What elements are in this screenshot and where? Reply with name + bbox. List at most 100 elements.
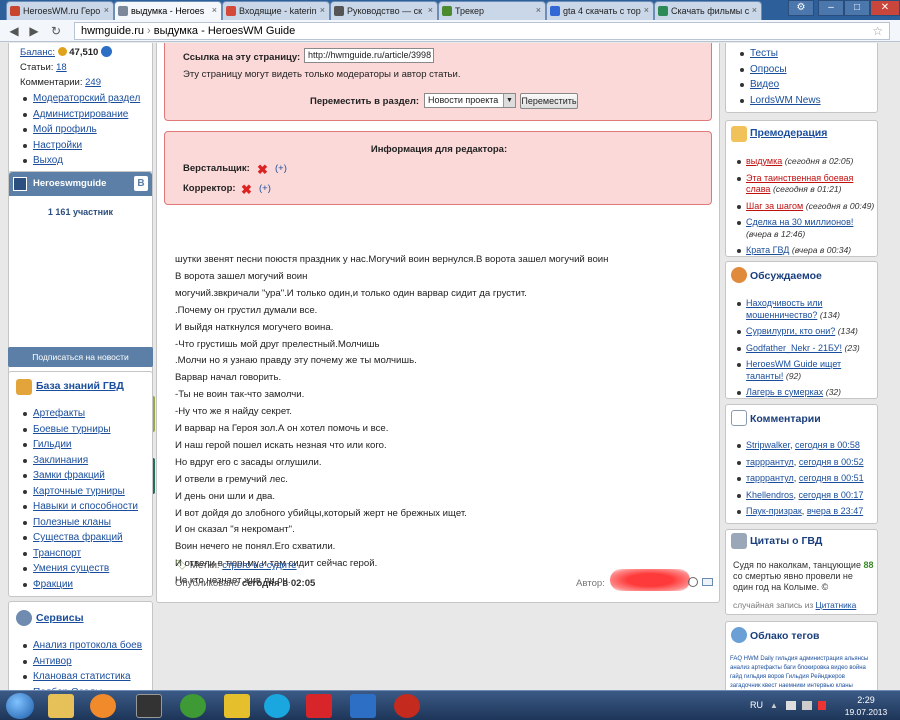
comment-user-link[interactable]: тарррантул bbox=[746, 457, 794, 467]
explorer-taskbar-icon[interactable] bbox=[48, 694, 74, 718]
tray-network-icon[interactable] bbox=[786, 701, 796, 710]
app-taskbar-icon[interactable] bbox=[350, 694, 376, 718]
kb-title[interactable]: База знаний ГВД bbox=[36, 380, 124, 392]
nav-link[interactable]: Настройки bbox=[9, 138, 154, 154]
nav-link[interactable]: Видео bbox=[726, 77, 879, 93]
browser-tab[interactable]: Скачать фильмы с × bbox=[654, 1, 762, 20]
nav-link[interactable]: Мой профиль bbox=[9, 122, 154, 138]
nav-link[interactable]: Замки фракций bbox=[9, 468, 154, 484]
comment-time-link[interactable]: сегодня в 00:17 bbox=[799, 490, 864, 500]
maximize-button[interactable]: □ bbox=[844, 0, 870, 16]
tab-close-icon[interactable]: × bbox=[536, 5, 541, 15]
nav-link[interactable]: Тесты bbox=[726, 46, 879, 62]
item-link[interactable]: Шаг за шагом bbox=[746, 201, 803, 211]
game-taskbar-icon[interactable] bbox=[224, 694, 250, 718]
vk-members-count[interactable]: 1 161 участник bbox=[9, 207, 152, 217]
item-link[interactable]: Лагерь в сумерках bbox=[746, 387, 823, 397]
typesetter-add-link[interactable]: (+) bbox=[275, 163, 287, 174]
browser-tab[interactable]: выдумка - Heroes × bbox=[114, 1, 222, 20]
browser-tab[interactable]: Руководство — ск × bbox=[330, 1, 438, 20]
utorrent-taskbar-icon[interactable] bbox=[180, 694, 206, 718]
item-link[interactable]: Godfather_Nekr - 21БУ! bbox=[746, 343, 842, 353]
tab-close-icon[interactable]: × bbox=[320, 5, 325, 15]
pokerstars-taskbar-icon[interactable] bbox=[394, 694, 420, 718]
yandex-taskbar-icon[interactable] bbox=[306, 694, 332, 718]
nav-link[interactable]: Транспорт bbox=[9, 546, 154, 562]
tray-volume-icon[interactable] bbox=[802, 701, 812, 710]
comment-time-link[interactable]: сегодня в 00:52 bbox=[799, 457, 864, 467]
tab-close-icon[interactable]: × bbox=[212, 5, 217, 15]
services-title[interactable]: Сервисы bbox=[36, 612, 84, 624]
deposit-icon[interactable] bbox=[100, 46, 112, 57]
nav-link[interactable]: Боевые турниры bbox=[9, 422, 154, 438]
page-link-input[interactable]: http://hwmguide.ru/article/3998 bbox=[304, 48, 434, 63]
tag-cloud[interactable]: FAQ HWM Daily гильдия администрация алья… bbox=[730, 655, 876, 690]
vk-title[interactable]: Heroeswmguide bbox=[33, 178, 106, 189]
balance-label[interactable]: Баланс: bbox=[20, 47, 55, 58]
nav-link[interactable]: Клановая статистика bbox=[9, 669, 154, 685]
comment-time-link[interactable]: вчера в 23:47 bbox=[807, 506, 863, 516]
nav-link[interactable]: Карточные турниры bbox=[9, 484, 154, 500]
media-player-taskbar-icon[interactable] bbox=[90, 694, 116, 718]
corrector-add-link[interactable]: (+) bbox=[259, 183, 271, 194]
move-button[interactable]: Переместить bbox=[520, 93, 578, 109]
nav-link[interactable]: Антивор bbox=[9, 654, 154, 670]
language-indicator[interactable]: RU bbox=[750, 700, 763, 710]
back-icon[interactable]: ◀ bbox=[6, 23, 22, 39]
comment-time-link[interactable]: сегодня в 00:51 bbox=[799, 473, 864, 483]
item-link[interactable]: Сделка на 30 миллионов! bbox=[746, 217, 853, 227]
item-link[interactable]: Крата ГВД bbox=[746, 245, 789, 255]
quote-source-link[interactable]: Цитатника bbox=[816, 600, 857, 610]
bookmark-star-icon[interactable]: ☆ bbox=[872, 24, 883, 38]
clock-date[interactable]: 19.07.2013 bbox=[838, 707, 894, 717]
section-select[interactable]: Новости проекта ▼ bbox=[424, 93, 516, 108]
nav-link[interactable]: Существа фракций bbox=[9, 530, 154, 546]
tab-close-icon[interactable]: × bbox=[752, 5, 757, 15]
clock-time[interactable]: 2:29 bbox=[838, 695, 894, 705]
tag-link[interactable]: строго не судите bbox=[222, 560, 296, 571]
nav-link[interactable]: Фракции bbox=[9, 577, 154, 593]
browser-tab[interactable]: Трекер × bbox=[438, 1, 546, 20]
mail-icon[interactable] bbox=[702, 578, 713, 586]
tab-close-icon[interactable]: × bbox=[104, 5, 109, 15]
premoderation-title[interactable]: Премодерация bbox=[750, 127, 827, 139]
tab-close-icon[interactable]: × bbox=[644, 5, 649, 15]
nav-link[interactable]: Навыки и способности bbox=[9, 499, 154, 515]
comment-user-link[interactable]: тарррантул bbox=[746, 473, 794, 483]
nav-link[interactable]: Гильдии bbox=[9, 437, 154, 453]
tray-expand-icon[interactable]: ▲ bbox=[770, 701, 778, 710]
calendar-taskbar-icon[interactable] bbox=[136, 694, 162, 718]
vk-subscribe-button[interactable]: Подписаться на новости bbox=[8, 347, 153, 367]
nav-link[interactable]: Умения существ bbox=[9, 561, 154, 577]
browser-tab[interactable]: HeroesWM.ru Геро × bbox=[6, 1, 114, 20]
tray-flag-icon[interactable] bbox=[818, 701, 826, 710]
nav-link[interactable]: Опросы bbox=[726, 62, 879, 78]
typesetter-remove-icon[interactable]: ✖ bbox=[257, 162, 268, 178]
browser-tab[interactable]: Входящие - katerin × bbox=[222, 1, 330, 20]
corrector-remove-icon[interactable]: ✖ bbox=[241, 182, 252, 198]
close-window-button[interactable]: ✕ bbox=[870, 0, 900, 16]
forward-icon[interactable]: ▶ bbox=[26, 23, 42, 39]
nav-link[interactable]: Администрирование bbox=[9, 107, 154, 123]
comment-time-link[interactable]: сегодня в 00:58 bbox=[795, 440, 860, 450]
comments-count[interactable]: 249 bbox=[85, 77, 101, 88]
nav-link[interactable]: Модераторский раздел bbox=[9, 91, 154, 107]
item-link[interactable]: Находчивость или мошенничество? bbox=[746, 298, 822, 320]
settings-icon[interactable]: ⚙ bbox=[788, 0, 814, 16]
comment-user-link[interactable]: Stripwalker bbox=[746, 440, 790, 450]
skype-taskbar-icon[interactable] bbox=[264, 694, 290, 718]
address-bar[interactable]: hwmguide.ru › выдумка - HeroesWM Guide ☆ bbox=[74, 22, 890, 40]
articles-count[interactable]: 18 bbox=[56, 62, 67, 73]
start-button[interactable] bbox=[6, 693, 34, 719]
nav-link[interactable]: LordsWM News bbox=[726, 93, 879, 109]
browser-tab[interactable]: gta 4 скачать с тор × bbox=[546, 1, 654, 20]
reload-icon[interactable]: ↻ bbox=[48, 23, 64, 39]
nav-link[interactable]: Заклинания bbox=[9, 453, 154, 469]
minimize-button[interactable]: – bbox=[818, 0, 844, 16]
nav-link[interactable]: Выход bbox=[9, 153, 154, 169]
nav-link[interactable]: Анализ протокола боев bbox=[9, 638, 154, 654]
author-profile-icon[interactable] bbox=[688, 577, 698, 587]
item-link[interactable]: Сурвилурги, кто они? bbox=[746, 326, 835, 336]
comment-user-link[interactable]: Khellendros bbox=[746, 490, 794, 500]
item-link[interactable]: выдумка bbox=[746, 156, 782, 166]
